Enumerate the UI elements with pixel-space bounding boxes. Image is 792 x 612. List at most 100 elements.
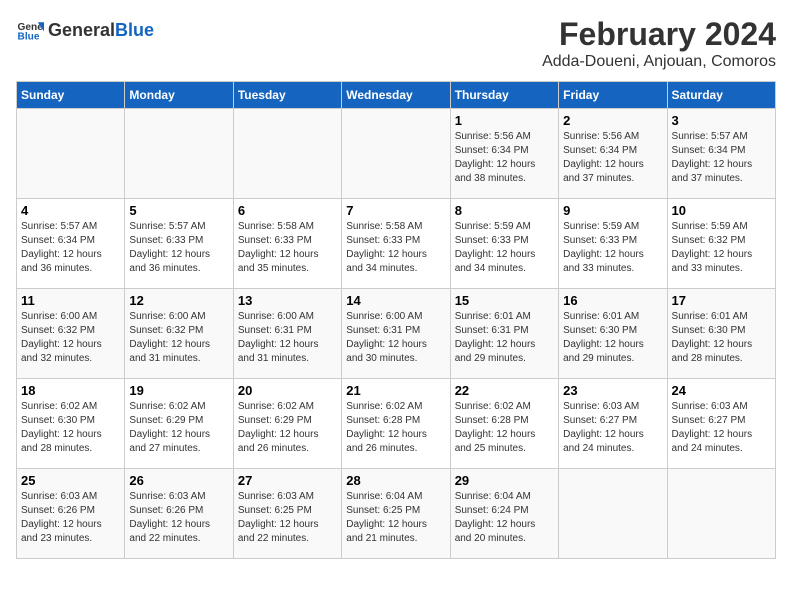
day-number: 25 [21, 473, 120, 488]
calendar-day-cell: 27 Sunrise: 6:03 AMSunset: 6:25 PMDayligh… [233, 469, 341, 559]
day-number: 15 [455, 293, 554, 308]
calendar-day-cell: 26 Sunrise: 6:03 AMSunset: 6:26 PMDayligh… [125, 469, 233, 559]
calendar-week-row: 25 Sunrise: 6:03 AMSunset: 6:26 PMDayligh… [17, 469, 776, 559]
calendar-day-cell: 21 Sunrise: 6:02 AMSunset: 6:28 PMDayligh… [342, 379, 450, 469]
calendar-day-cell: 10Sunrise: 5:59 AMSunset: 6:32 PMDayligh… [667, 199, 775, 289]
calendar-day-cell [233, 109, 341, 199]
svg-text:Blue: Blue [18, 31, 40, 42]
calendar-day-cell: 1 Sunrise: 5:56 AMSunset: 6:34 PMDaylight… [450, 109, 558, 199]
day-number: 4 [21, 203, 120, 218]
day-number: 7 [346, 203, 445, 218]
day-detail: Sunrise: 5:57 AMSunset: 6:33 PMDaylight:… [129, 221, 210, 274]
day-detail: Sunrise: 6:00 AMSunset: 6:32 PMDaylight:… [129, 311, 210, 364]
weekday-header-cell: Sunday [17, 82, 125, 109]
calendar-day-cell: 20 Sunrise: 6:02 AMSunset: 6:29 PMDayligh… [233, 379, 341, 469]
calendar-day-cell: 2Sunrise: 5:56 AMSunset: 6:34 PMDaylight… [559, 109, 667, 199]
calendar-day-cell: 22 Sunrise: 6:02 AMSunset: 6:28 PMDayligh… [450, 379, 558, 469]
calendar-day-cell: 14 Sunrise: 6:00 AMSunset: 6:31 PMDayligh… [342, 289, 450, 379]
calendar-day-cell: 29 Sunrise: 6:04 AMSunset: 6:24 PMDayligh… [450, 469, 558, 559]
weekday-header-cell: Wednesday [342, 82, 450, 109]
calendar-day-cell: 13Sunrise: 6:00 AMSunset: 6:31 PMDayligh… [233, 289, 341, 379]
calendar-week-row: 11 Sunrise: 6:00 AMSunset: 6:32 PMDayligh… [17, 289, 776, 379]
calendar-day-cell: 17 Sunrise: 6:01 AMSunset: 6:30 PMDayligh… [667, 289, 775, 379]
logo-icon: General Blue [16, 16, 44, 44]
day-detail: Sunrise: 6:04 AMSunset: 6:25 PMDaylight:… [346, 491, 427, 544]
calendar-table: SundayMondayTuesdayWednesdayThursdayFrid… [16, 81, 776, 559]
calendar-day-cell [125, 109, 233, 199]
day-number: 16 [563, 293, 662, 308]
calendar-day-cell: 5 Sunrise: 5:57 AMSunset: 6:33 PMDaylight… [125, 199, 233, 289]
day-detail: Sunrise: 6:02 AMSunset: 6:29 PMDaylight:… [238, 401, 319, 454]
calendar-day-cell: 15 Sunrise: 6:01 AMSunset: 6:31 PMDayligh… [450, 289, 558, 379]
day-detail: Sunrise: 6:03 AMSunset: 6:26 PMDaylight:… [21, 491, 102, 544]
day-number: 23 [563, 383, 662, 398]
day-number: 1 [455, 113, 554, 128]
calendar-week-row: 4 Sunrise: 5:57 AMSunset: 6:34 PMDaylight… [17, 199, 776, 289]
day-number: 14 [346, 293, 445, 308]
day-detail: Sunrise: 6:00 AMSunset: 6:31 PMDaylight:… [346, 311, 427, 364]
calendar-day-cell: 7Sunrise: 5:58 AMSunset: 6:33 PMDaylight… [342, 199, 450, 289]
calendar-day-cell: 4 Sunrise: 5:57 AMSunset: 6:34 PMDaylight… [17, 199, 125, 289]
calendar-day-cell: 6 Sunrise: 5:58 AMSunset: 6:33 PMDaylight… [233, 199, 341, 289]
calendar-week-row: 18 Sunrise: 6:02 AMSunset: 6:30 PMDayligh… [17, 379, 776, 469]
day-number: 21 [346, 383, 445, 398]
calendar-day-cell: 9Sunrise: 5:59 AMSunset: 6:33 PMDaylight… [559, 199, 667, 289]
weekday-header-cell: Thursday [450, 82, 558, 109]
weekday-header-cell: Monday [125, 82, 233, 109]
header: General Blue GeneralBlue February 2024 A… [16, 16, 776, 71]
day-detail: Sunrise: 6:03 AMSunset: 6:27 PMDaylight:… [672, 401, 753, 454]
day-number: 12 [129, 293, 228, 308]
day-detail: Sunrise: 6:03 AMSunset: 6:25 PMDaylight:… [238, 491, 319, 544]
day-number: 6 [238, 203, 337, 218]
day-number: 3 [672, 113, 771, 128]
day-detail: Sunrise: 5:56 AMSunset: 6:34 PMDaylight:… [455, 131, 536, 184]
logo-text-general: General [48, 20, 115, 41]
day-number: 5 [129, 203, 228, 218]
day-detail: Sunrise: 5:57 AMSunset: 6:34 PMDaylight:… [21, 221, 102, 274]
calendar-day-cell: 19 Sunrise: 6:02 AMSunset: 6:29 PMDayligh… [125, 379, 233, 469]
calendar-day-cell: 24 Sunrise: 6:03 AMSunset: 6:27 PMDayligh… [667, 379, 775, 469]
day-detail: Sunrise: 6:03 AMSunset: 6:27 PMDaylight:… [563, 401, 644, 454]
day-number: 20 [238, 383, 337, 398]
day-detail: Sunrise: 6:02 AMSunset: 6:28 PMDaylight:… [346, 401, 427, 454]
day-detail: Sunrise: 6:04 AMSunset: 6:24 PMDaylight:… [455, 491, 536, 544]
day-number: 18 [21, 383, 120, 398]
calendar-day-cell: 18 Sunrise: 6:02 AMSunset: 6:30 PMDayligh… [17, 379, 125, 469]
day-detail: Sunrise: 6:02 AMSunset: 6:28 PMDaylight:… [455, 401, 536, 454]
day-number: 22 [455, 383, 554, 398]
day-number: 27 [238, 473, 337, 488]
day-detail: Sunrise: 6:02 AMSunset: 6:29 PMDaylight:… [129, 401, 210, 454]
day-number: 17 [672, 293, 771, 308]
day-detail: Sunrise: 6:00 AMSunset: 6:31 PMDaylight:… [238, 311, 319, 364]
day-detail: Sunrise: 5:58 AMSunset: 6:33 PMDaylight:… [238, 221, 319, 274]
day-detail: Sunrise: 5:59 AMSunset: 6:33 PMDaylight:… [563, 221, 644, 274]
day-detail: Sunrise: 5:59 AMSunset: 6:33 PMDaylight:… [455, 221, 536, 274]
weekday-header-row: SundayMondayTuesdayWednesdayThursdayFrid… [17, 82, 776, 109]
day-detail: Sunrise: 6:01 AMSunset: 6:31 PMDaylight:… [455, 311, 536, 364]
day-detail: Sunrise: 6:03 AMSunset: 6:26 PMDaylight:… [129, 491, 210, 544]
weekday-header-cell: Friday [559, 82, 667, 109]
logo-text-blue: Blue [115, 20, 154, 41]
calendar-day-cell [667, 469, 775, 559]
day-number: 24 [672, 383, 771, 398]
day-number: 26 [129, 473, 228, 488]
title-area: February 2024 Adda-Doueni, Anjouan, Como… [542, 16, 776, 71]
calendar-day-cell: 28 Sunrise: 6:04 AMSunset: 6:25 PMDayligh… [342, 469, 450, 559]
calendar-week-row: 1 Sunrise: 5:56 AMSunset: 6:34 PMDaylight… [17, 109, 776, 199]
day-number: 19 [129, 383, 228, 398]
day-detail: Sunrise: 6:02 AMSunset: 6:30 PMDaylight:… [21, 401, 102, 454]
day-detail: Sunrise: 5:56 AMSunset: 6:34 PMDaylight:… [563, 131, 644, 184]
day-detail: Sunrise: 5:57 AMSunset: 6:34 PMDaylight:… [672, 131, 753, 184]
day-detail: Sunrise: 5:59 AMSunset: 6:32 PMDaylight:… [672, 221, 753, 274]
calendar-day-cell [17, 109, 125, 199]
page-title: February 2024 [542, 16, 776, 53]
day-number: 28 [346, 473, 445, 488]
day-detail: Sunrise: 6:01 AMSunset: 6:30 PMDaylight:… [672, 311, 753, 364]
calendar-body: 1 Sunrise: 5:56 AMSunset: 6:34 PMDaylight… [17, 109, 776, 559]
weekday-header-cell: Tuesday [233, 82, 341, 109]
day-detail: Sunrise: 6:00 AMSunset: 6:32 PMDaylight:… [21, 311, 102, 364]
day-detail: Sunrise: 6:01 AMSunset: 6:30 PMDaylight:… [563, 311, 644, 364]
logo: General Blue GeneralBlue [16, 16, 154, 44]
day-number: 29 [455, 473, 554, 488]
day-number: 11 [21, 293, 120, 308]
